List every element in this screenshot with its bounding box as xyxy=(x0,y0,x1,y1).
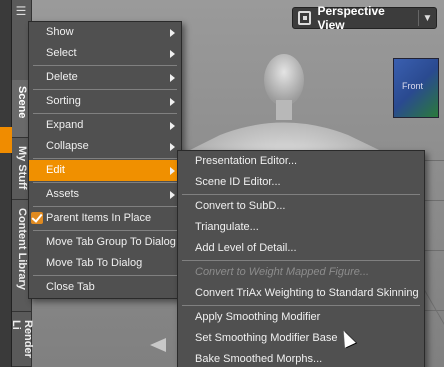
menu-separator xyxy=(33,182,177,183)
menu-item-add-level-of-detail[interactable]: Add Level of Detail... xyxy=(178,238,424,259)
menu-item-label: Apply Smoothing Modifier xyxy=(195,311,321,323)
menu-item-label: Move Tab To Dialog xyxy=(46,257,143,269)
checkmark-icon xyxy=(31,212,43,224)
submenu-arrow-icon xyxy=(170,74,175,82)
menu-separator xyxy=(33,89,177,90)
menu-item-set-smoothing-modifier-base[interactable]: Set Smoothing Modifier Base xyxy=(178,328,424,349)
menu-item-parent-items-in-place[interactable]: Parent Items In Place xyxy=(29,208,181,229)
menu-item-presentation-editor[interactable]: Presentation Editor... xyxy=(178,151,424,172)
menu-item-move-tab-group[interactable]: Move Tab Group To Dialog xyxy=(29,232,181,253)
cone-object[interactable] xyxy=(150,338,166,352)
tab-menu-icon[interactable]: ☰ xyxy=(14,4,28,18)
active-indicator xyxy=(0,127,12,153)
menu-separator xyxy=(182,260,420,261)
menu-item-label: Select xyxy=(46,47,77,59)
submenu-arrow-icon xyxy=(170,143,175,151)
tab-scene-label: Scene xyxy=(16,86,28,119)
menu-item-label: Show xyxy=(46,26,74,38)
menu-separator xyxy=(182,194,420,195)
submenu-arrow-icon xyxy=(170,98,175,106)
context-menu: Show Select Delete Sorting Expand Collap… xyxy=(28,21,182,299)
menu-separator xyxy=(33,230,177,231)
menu-separator xyxy=(33,158,177,159)
menu-item-collapse[interactable]: Collapse xyxy=(29,136,181,157)
menu-item-label: Presentation Editor... xyxy=(195,155,298,167)
menu-item-label: Bake Smoothed Morphs... xyxy=(195,353,323,365)
menu-item-convert-to-subd[interactable]: Convert to SubD... xyxy=(178,196,424,217)
tab-content-library-label: Content Library xyxy=(16,208,28,290)
menu-separator xyxy=(33,275,177,276)
menu-separator xyxy=(33,206,177,207)
menu-item-label: Expand xyxy=(46,119,84,131)
menu-item-label: Sorting xyxy=(46,95,81,107)
menu-item-edit[interactable]: Edit xyxy=(29,160,181,181)
menu-item-show[interactable]: Show xyxy=(29,22,181,43)
tab-my-stuff-label: My Stuff xyxy=(16,146,28,190)
camera-selector[interactable]: Perspective View ▼ xyxy=(292,4,437,32)
view-cube[interactable]: Front xyxy=(393,58,439,118)
menu-item-label: Assets xyxy=(46,188,80,200)
submenu-arrow-icon xyxy=(170,50,175,58)
menu-item-label: Set Smoothing Modifier Base xyxy=(195,332,338,344)
submenu-arrow-icon xyxy=(170,29,175,37)
menu-item-label: Convert TriAx Weighting to Standard Skin… xyxy=(195,287,419,299)
menu-item-label: Convert to SubD... xyxy=(195,200,286,212)
menu-item-label: Delete xyxy=(46,71,78,83)
submenu-arrow-icon xyxy=(170,122,175,130)
menu-item-label: Parent Items In Place xyxy=(46,212,152,224)
menu-item-label: Collapse xyxy=(46,140,89,152)
menu-separator xyxy=(182,305,420,306)
menu-item-label: Move Tab Group To Dialog xyxy=(46,236,176,248)
menu-item-label: Close Tab xyxy=(46,281,95,293)
menu-item-convert-weight-mapped: Convert to Weight Mapped Figure... xyxy=(178,262,424,283)
menu-item-convert-triax[interactable]: Convert TriAx Weighting to Standard Skin… xyxy=(178,283,424,304)
menu-item-triangulate[interactable]: Triangulate... xyxy=(178,217,424,238)
tab-render-library-label: Render Li xyxy=(10,320,34,358)
menu-item-bake-smoothed-morphs[interactable]: Bake Smoothed Morphs... xyxy=(178,349,424,367)
menu-item-label: Convert to Weight Mapped Figure... xyxy=(195,266,370,278)
tab-render-library[interactable]: Render Li xyxy=(10,314,34,367)
menu-item-close-tab[interactable]: Close Tab xyxy=(29,277,181,298)
menu-item-apply-smoothing-modifier[interactable]: Apply Smoothing Modifier xyxy=(178,307,424,328)
menu-separator xyxy=(33,65,177,66)
menu-separator xyxy=(33,113,177,114)
menu-item-scene-id-editor[interactable]: Scene ID Editor... xyxy=(178,172,424,193)
menu-item-label: Scene ID Editor... xyxy=(195,176,281,188)
menu-item-select[interactable]: Select xyxy=(29,43,181,64)
camera-icon xyxy=(298,11,312,25)
menu-item-label: Triangulate... xyxy=(195,221,259,233)
edit-submenu: Presentation Editor... Scene ID Editor..… xyxy=(177,150,425,367)
chevron-down-icon[interactable]: ▼ xyxy=(419,13,436,24)
submenu-arrow-icon xyxy=(170,191,175,199)
menu-item-sorting[interactable]: Sorting xyxy=(29,91,181,112)
menu-item-move-tab[interactable]: Move Tab To Dialog xyxy=(29,253,181,274)
submenu-arrow-icon xyxy=(170,167,175,175)
menu-item-label: Edit xyxy=(46,164,65,176)
menu-item-expand[interactable]: Expand xyxy=(29,115,181,136)
view-cube-face-label: Front xyxy=(402,81,424,91)
menu-item-label: Add Level of Detail... xyxy=(195,242,297,254)
camera-label: Perspective View xyxy=(317,4,385,32)
menu-item-delete[interactable]: Delete xyxy=(29,67,181,88)
menu-item-assets[interactable]: Assets xyxy=(29,184,181,205)
left-toolbar-strip xyxy=(0,0,12,367)
